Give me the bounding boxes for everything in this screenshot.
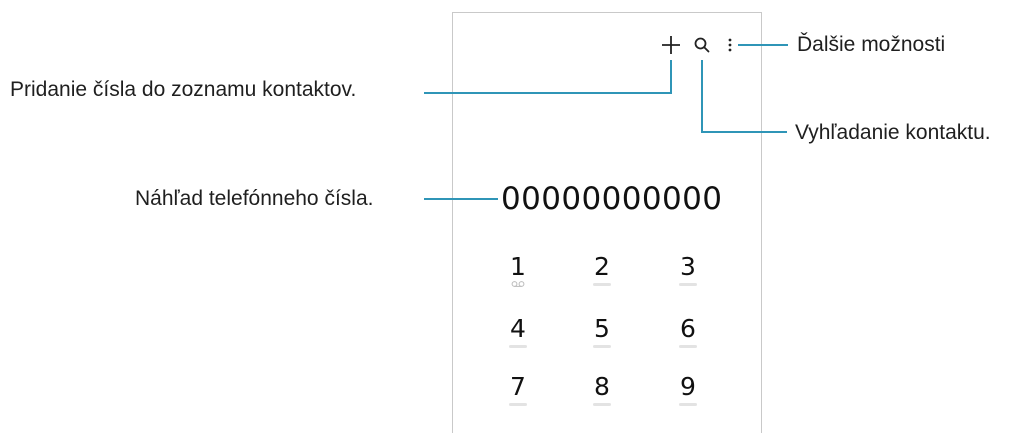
key-digit: 9 (680, 372, 696, 401)
callout-line-add-vertical (670, 60, 672, 94)
key-letters-placeholder (509, 345, 527, 348)
key-letters-placeholder (679, 283, 697, 286)
more-vertical-icon[interactable] (727, 37, 733, 53)
key-digit: 1 (510, 252, 526, 281)
number-preview-callout: Náhľad telefónneho čísla. (135, 187, 374, 210)
key-digit: 8 (594, 372, 610, 401)
plus-icon[interactable] (660, 34, 682, 56)
keypad-key-5[interactable]: 5 (582, 316, 622, 348)
callout-line-add-horizontal (424, 92, 672, 94)
keypad-key-8[interactable]: 8 (582, 374, 622, 406)
key-digit: 6 (680, 314, 696, 343)
keypad-key-7[interactable]: 7 (498, 374, 538, 406)
key-digit: 2 (594, 252, 610, 281)
search-icon[interactable] (693, 36, 711, 54)
more-options-callout: Ďalšie možnosti (797, 33, 946, 56)
keypad-key-1[interactable]: 1 (498, 254, 538, 288)
key-letters-placeholder (679, 345, 697, 348)
callout-line-search-vertical (701, 60, 703, 133)
key-digit: 3 (680, 252, 696, 281)
callout-line-preview (424, 198, 498, 200)
keypad-key-2[interactable]: 2 (582, 254, 622, 286)
key-letters-placeholder (593, 403, 611, 406)
phone-screen (452, 12, 762, 433)
voicemail-icon (511, 281, 525, 287)
callout-line-search-horizontal (701, 131, 787, 133)
key-letters-placeholder (593, 345, 611, 348)
key-digit: 5 (594, 314, 610, 343)
search-contact-callout: Vyhľadanie kontaktu. (795, 121, 991, 144)
phone-number-preview: 00000000000 (501, 181, 723, 217)
keypad-key-4[interactable]: 4 (498, 316, 538, 348)
key-digit: 7 (510, 372, 526, 401)
keypad-key-3[interactable]: 3 (668, 254, 708, 286)
key-letters-placeholder (509, 403, 527, 406)
key-letters-placeholder (679, 403, 697, 406)
callout-line-more (738, 44, 788, 46)
key-digit: 4 (510, 314, 526, 343)
add-contact-callout: Pridanie čísla do zoznamu kontaktov. (10, 78, 357, 101)
keypad-key-9[interactable]: 9 (668, 374, 708, 406)
key-letters-placeholder (593, 283, 611, 286)
keypad-key-6[interactable]: 6 (668, 316, 708, 348)
